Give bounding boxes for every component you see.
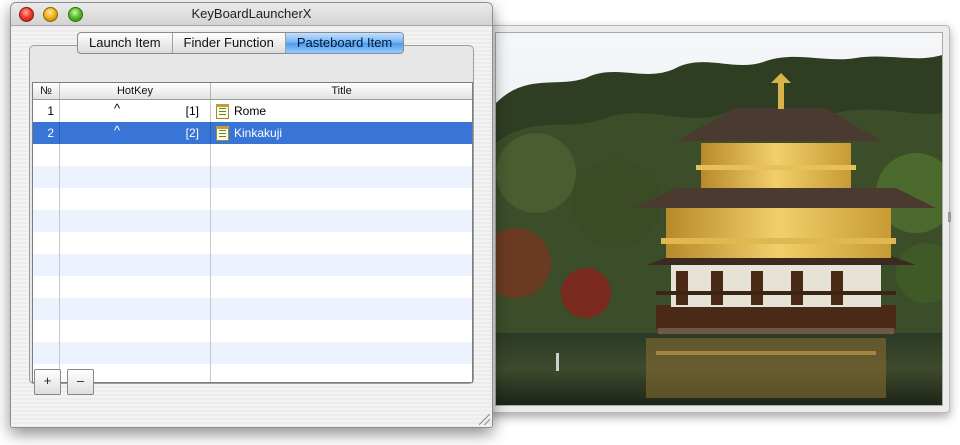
window-content: Launch Item Finder Function Pasteboard I… xyxy=(11,26,492,427)
row-hotkey: ^ [2] xyxy=(60,122,211,144)
row-title-cell: Rome xyxy=(211,100,472,122)
close-icon[interactable] xyxy=(19,7,34,22)
main-window: KeyBoardLauncherX Launch Item Finder Fun… xyxy=(10,2,493,428)
row-title: Rome xyxy=(234,104,267,118)
minimize-icon[interactable] xyxy=(43,7,59,22)
resize-handle[interactable] xyxy=(948,212,951,222)
hotkey-modifier: ^ xyxy=(114,101,121,116)
preview-window xyxy=(488,25,951,413)
zoom-icon[interactable] xyxy=(67,7,83,22)
tab-finder-function[interactable]: Finder Function xyxy=(173,33,286,53)
table-body: 1 ^ [1] Rome 2 ^ [2] Kinkakuji xyxy=(33,100,472,382)
empty-row xyxy=(33,210,472,232)
row-title: Kinkakuji xyxy=(234,126,283,140)
empty-row xyxy=(33,320,472,342)
empty-row xyxy=(33,364,472,382)
items-table[interactable]: № HotKey Title 1 ^ [1] Rome 2 ^ [2] Kink… xyxy=(32,82,473,383)
empty-row xyxy=(33,276,472,298)
empty-row xyxy=(33,232,472,254)
text-clipping-icon xyxy=(216,125,229,141)
tab-selector: Launch Item Finder Function Pasteboard I… xyxy=(77,32,405,54)
empty-row xyxy=(33,166,472,188)
hotkey-modifier: ^ xyxy=(114,123,121,138)
empty-row xyxy=(33,144,472,166)
resize-grip-icon[interactable] xyxy=(479,414,490,425)
empty-row xyxy=(33,254,472,276)
column-header-hotkey[interactable]: HotKey xyxy=(60,83,211,99)
window-controls xyxy=(19,7,89,25)
row-hotkey: ^ [1] xyxy=(60,100,211,122)
column-header-title[interactable]: Title xyxy=(211,83,472,99)
empty-row xyxy=(33,342,472,364)
row-number: 2 xyxy=(33,122,60,144)
table-row[interactable]: 1 ^ [1] Rome xyxy=(33,100,472,122)
row-number: 1 xyxy=(33,100,60,122)
golden-pavilion-photo xyxy=(496,33,942,405)
empty-row xyxy=(33,298,472,320)
empty-row xyxy=(33,188,472,210)
remove-item-button[interactable]: – xyxy=(67,369,94,395)
table-header: № HotKey Title xyxy=(33,83,472,100)
column-header-number[interactable]: № xyxy=(33,83,60,99)
tab-launch-item[interactable]: Launch Item xyxy=(78,33,173,53)
row-title-cell: Kinkakuji xyxy=(211,122,472,144)
title-bar[interactable]: KeyBoardLauncherX xyxy=(11,3,492,26)
hotkey-key: [2] xyxy=(185,126,199,140)
table-row-selected[interactable]: 2 ^ [2] Kinkakuji xyxy=(33,122,472,144)
tab-pasteboard-item[interactable]: Pasteboard Item xyxy=(285,33,404,53)
window-title: KeyBoardLauncherX xyxy=(191,6,312,21)
text-clipping-icon xyxy=(216,103,229,119)
add-item-button[interactable]: + xyxy=(34,369,61,395)
hotkey-key: [1] xyxy=(185,104,199,118)
preview-image xyxy=(495,32,943,406)
